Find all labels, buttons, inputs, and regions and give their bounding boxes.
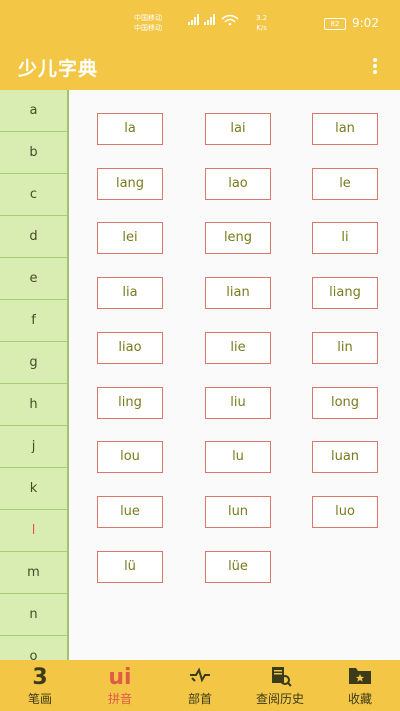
syllable-button[interactable]: li (312, 222, 378, 255)
letter-index-h[interactable]: h (0, 384, 67, 426)
letter-index-g[interactable]: g (0, 342, 67, 384)
signal-icons (188, 14, 244, 29)
syllable-button[interactable]: lang (97, 167, 163, 200)
syllable-button[interactable]: long (312, 386, 378, 419)
syllable-button[interactable]: lü (97, 550, 163, 583)
letter-index-m[interactable]: m (0, 552, 67, 594)
letter-index-c[interactable]: c (0, 174, 67, 216)
letter-index-e[interactable]: e (0, 258, 67, 300)
syllable-button[interactable]: luo (312, 495, 378, 528)
syllable-button[interactable]: lou (97, 441, 163, 474)
syllable-button[interactable]: lin (312, 331, 378, 364)
tab-radical[interactable]: 部首 (160, 660, 240, 711)
syllable-button[interactable]: leng (205, 222, 271, 255)
tab-label: 笔画 (27, 692, 52, 706)
tab-pinyin[interactable]: ui 拼音 (80, 660, 160, 711)
pinyin-icon: ui (108, 665, 132, 690)
tab-history[interactable]: 查阅历史 (240, 660, 320, 711)
syllable-button[interactable]: lia (97, 277, 163, 310)
speed-value: 3.2 (256, 14, 268, 22)
syllable-button[interactable]: lai (205, 113, 271, 145)
letter-index-b[interactable]: b (0, 132, 67, 174)
favorites-folder-icon (320, 664, 400, 692)
tab-stroke-number[interactable]: 3 笔画 (0, 660, 80, 711)
tab-label: 查阅历史 (255, 692, 304, 706)
speed-unit: K/s (256, 24, 267, 32)
network-speed: 3.2 K/s (256, 13, 267, 33)
letter-index-j[interactable]: j (0, 426, 67, 468)
syllable-button[interactable]: lun (205, 495, 271, 528)
syllable-button[interactable]: liang (312, 277, 378, 310)
syllable-button[interactable]: lao (205, 167, 271, 200)
more-options-icon[interactable] (368, 56, 382, 78)
letter-index-k[interactable]: k (0, 468, 67, 510)
letter-index-o[interactable]: o (0, 636, 67, 660)
syllable-button[interactable]: la (97, 113, 163, 145)
radical-icon (160, 664, 240, 692)
syllable-button[interactable]: lian (205, 277, 271, 310)
letter-index-a[interactable]: a (0, 90, 67, 132)
tab-favorites-folder[interactable]: 收藏 (320, 660, 400, 711)
battery-icon: 82 (324, 18, 346, 30)
syllable-button[interactable]: ling (97, 386, 163, 419)
carrier-info: 中国移动 中国移动 (134, 13, 162, 33)
letter-index-f[interactable]: f (0, 300, 67, 342)
syllable-button[interactable]: lei (97, 222, 163, 255)
carrier-1: 中国移动 (134, 14, 162, 22)
app-bar: 少儿字典 (0, 46, 400, 90)
tab-label: 收藏 (347, 692, 372, 706)
syllable-button[interactable]: lan (312, 113, 378, 145)
history-icon (240, 664, 320, 692)
syllable-button[interactable]: lu (205, 441, 271, 474)
tab-label: 拼音 (107, 692, 132, 706)
bottom-navigation: 3 笔画 ui 拼音 部首 查阅历史 收藏 (0, 660, 400, 711)
stroke-number-icon: 3 (32, 665, 48, 690)
syllable-button[interactable]: luan (312, 441, 378, 474)
clock: 9:02 (352, 16, 379, 30)
tab-label: 部首 (187, 692, 212, 706)
syllable-button[interactable]: lue (97, 495, 163, 528)
signal-icon (188, 14, 239, 26)
app-title: 少儿字典 (18, 58, 99, 80)
syllable-button[interactable]: liao (97, 331, 163, 364)
status-bar: 中国移动 中国移动 3.2 K/s 82 9:02 (0, 0, 400, 46)
letter-index-l[interactable]: l (0, 510, 67, 552)
syllable-button[interactable]: lüe (205, 550, 271, 583)
syllable-button[interactable]: lie (205, 331, 271, 364)
letter-index-d[interactable]: d (0, 216, 67, 258)
carrier-2: 中国移动 (134, 24, 162, 32)
letter-index-sidebar: abcdefghjklmno (0, 90, 69, 660)
syllable-button[interactable]: le (312, 167, 378, 200)
syllable-button[interactable]: liu (205, 386, 271, 419)
letter-index-n[interactable]: n (0, 594, 67, 636)
